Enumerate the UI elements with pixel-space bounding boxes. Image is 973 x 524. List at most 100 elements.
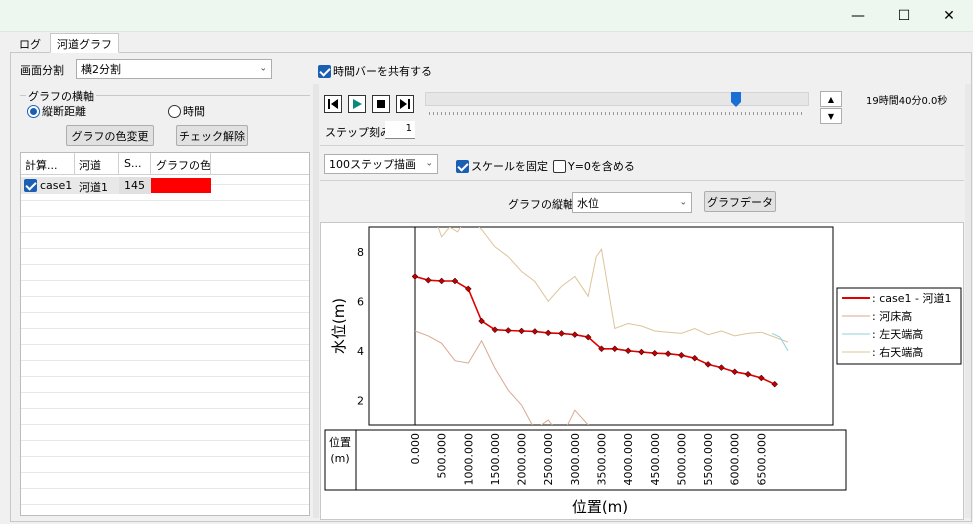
split-label: 画面分割 <box>20 64 64 77</box>
panel-splitter[interactable] <box>313 84 319 518</box>
position-header: (m) <box>330 452 349 465</box>
radio-time[interactable]: 時間 <box>168 103 205 119</box>
chevron-down-icon: ⌄ <box>259 63 267 74</box>
play-icon <box>353 99 362 109</box>
x-tick-label: 0.000 <box>409 433 422 465</box>
col-divider <box>118 153 119 175</box>
media-controls <box>324 95 414 113</box>
x-tick-label: 6500.000 <box>755 433 768 486</box>
legend-label: : 左天端高 <box>872 327 923 341</box>
x-tick-label: 2000.000 <box>516 433 529 486</box>
radio-distance[interactable]: 縦断距離 <box>27 103 86 119</box>
skip-end-icon <box>400 99 410 109</box>
header-river[interactable]: 河道 <box>79 157 119 173</box>
x-tick-label: 5000.000 <box>675 433 688 486</box>
time-slider-thumb[interactable] <box>731 92 742 107</box>
spin-down-button[interactable]: ▼ <box>820 108 842 124</box>
maximize-icon: ☐ <box>897 8 911 24</box>
maximize-button[interactable]: ☐ <box>884 0 924 32</box>
vertical-axis-value: 水位 <box>577 196 599 210</box>
x-tick-label: 4500.000 <box>649 433 662 486</box>
x-axis-label: 位置(m) <box>572 498 628 516</box>
split-select[interactable]: 横2分割 ⌄ <box>76 59 272 79</box>
x-tick-label: 500.000 <box>436 433 449 479</box>
divider <box>320 180 964 181</box>
include-zero-label: Y=0を含める <box>568 160 635 173</box>
vertical-axis-label: グラフの縦軸 <box>508 198 574 211</box>
header-calc[interactable]: 計算... <box>25 157 73 173</box>
include-zero-checkbox[interactable]: Y=0を含める <box>553 158 635 174</box>
graph-data-button[interactable]: グラフデータ <box>704 191 776 212</box>
radio-distance-icon <box>27 104 40 118</box>
y-tick-label: 6 <box>357 295 364 308</box>
water-level-chart: 2 4 6 8 水位(m) : case1 - 河道1 : 河床高 : 左天端高 : 右天端高位… <box>324 226 962 516</box>
fix-scale-label: スケールを固定 <box>471 160 548 173</box>
skip-start-icon <box>328 99 338 109</box>
x-tick-label: 4000.000 <box>622 433 635 486</box>
share-timebar-check-icon <box>318 64 331 78</box>
y-tick-label: 2 <box>357 394 364 407</box>
legend-label: : case1 - 河道1 <box>872 291 951 305</box>
graph-color-change-button[interactable]: グラフの色変更 <box>66 125 154 146</box>
close-icon: ✕ <box>943 8 955 24</box>
title-bar <box>0 0 973 32</box>
x-tick-label: 2500.000 <box>542 433 555 486</box>
tab-log[interactable]: ログ <box>12 33 48 53</box>
tab-river-graph[interactable]: 河道グラフ <box>50 33 119 53</box>
time-text: 19時間40分0.0秒 <box>866 96 948 107</box>
row-s: 145 <box>124 179 145 192</box>
plot-frame <box>368 226 834 426</box>
play-button[interactable] <box>348 95 366 113</box>
legend-label: : 河床高 <box>872 309 912 323</box>
fix-scale-checkbox[interactable]: スケールを固定 <box>456 158 548 174</box>
position-header: 位置 <box>329 435 351 449</box>
col-divider <box>74 153 75 175</box>
draw-steps-select[interactable]: 100ステップ描画 ⌄ <box>324 154 438 174</box>
radio-time-label: 時間 <box>183 105 205 118</box>
slider-ticks <box>429 112 805 115</box>
fix-scale-check-icon <box>456 159 469 173</box>
y-tick-label: 8 <box>357 246 364 259</box>
row-case: case1 <box>40 179 73 192</box>
share-timebar-label: 時間バーを共有する <box>333 65 432 78</box>
chevron-down-icon: ⌄ <box>425 158 433 169</box>
vertical-axis-select[interactable]: 水位 ⌄ <box>572 192 692 213</box>
minimize-button[interactable]: — <box>838 0 878 32</box>
x-tick-label: 1000.000 <box>462 433 475 486</box>
share-timebar-checkbox[interactable]: 時間バーを共有する <box>318 63 432 79</box>
uncheck-button[interactable]: チェック解除 <box>176 125 248 146</box>
stop-icon <box>377 100 385 108</box>
skip-start-button[interactable] <box>324 95 342 113</box>
step-label: ステップ刻み <box>325 126 391 139</box>
step-input[interactable]: 1 <box>385 121 415 139</box>
skip-end-button[interactable] <box>396 95 414 113</box>
x-tick-label: 3500.000 <box>596 433 609 486</box>
draw-steps-value: 100ステップ描画 <box>329 158 416 171</box>
minimize-icon: — <box>851 8 865 24</box>
tab-strip: ログ 河道グラフ <box>12 33 212 53</box>
include-zero-check-icon <box>553 159 566 173</box>
right-scrollbar[interactable] <box>965 84 971 518</box>
x-tick-label: 5500.000 <box>702 433 715 486</box>
row-river: 河道1 <box>79 181 108 194</box>
header-s[interactable]: S... <box>124 157 150 170</box>
chevron-down-icon: ▼ <box>827 111 835 121</box>
legend-label: : 右天端高 <box>872 345 923 359</box>
axis-group-title: グラフの横軸 <box>26 88 96 104</box>
row-color-swatch[interactable] <box>151 178 211 193</box>
split-select-value: 横2分割 <box>81 63 121 76</box>
row-check-icon[interactable] <box>24 179 37 192</box>
close-button[interactable]: ✕ <box>929 0 969 32</box>
time-slider-track[interactable] <box>425 92 809 106</box>
case-grid[interactable]: 計算... 河道 S... グラフの色 case1 河道1 145 <box>20 152 310 516</box>
x-tick-label: 6000.000 <box>729 433 742 486</box>
stop-button[interactable] <box>372 95 390 113</box>
header-graph-color[interactable]: グラフの色 <box>156 157 216 173</box>
y-tick-label: 4 <box>357 345 364 358</box>
radio-time-icon <box>168 104 181 118</box>
chevron-up-icon: ▲ <box>827 94 835 104</box>
spin-up-button[interactable]: ▲ <box>820 91 842 107</box>
y-axis-label: 水位(m) <box>330 298 348 354</box>
x-tick-label: 3000.000 <box>569 433 582 486</box>
table-row[interactable]: case1 河道1 145 <box>21 177 211 194</box>
